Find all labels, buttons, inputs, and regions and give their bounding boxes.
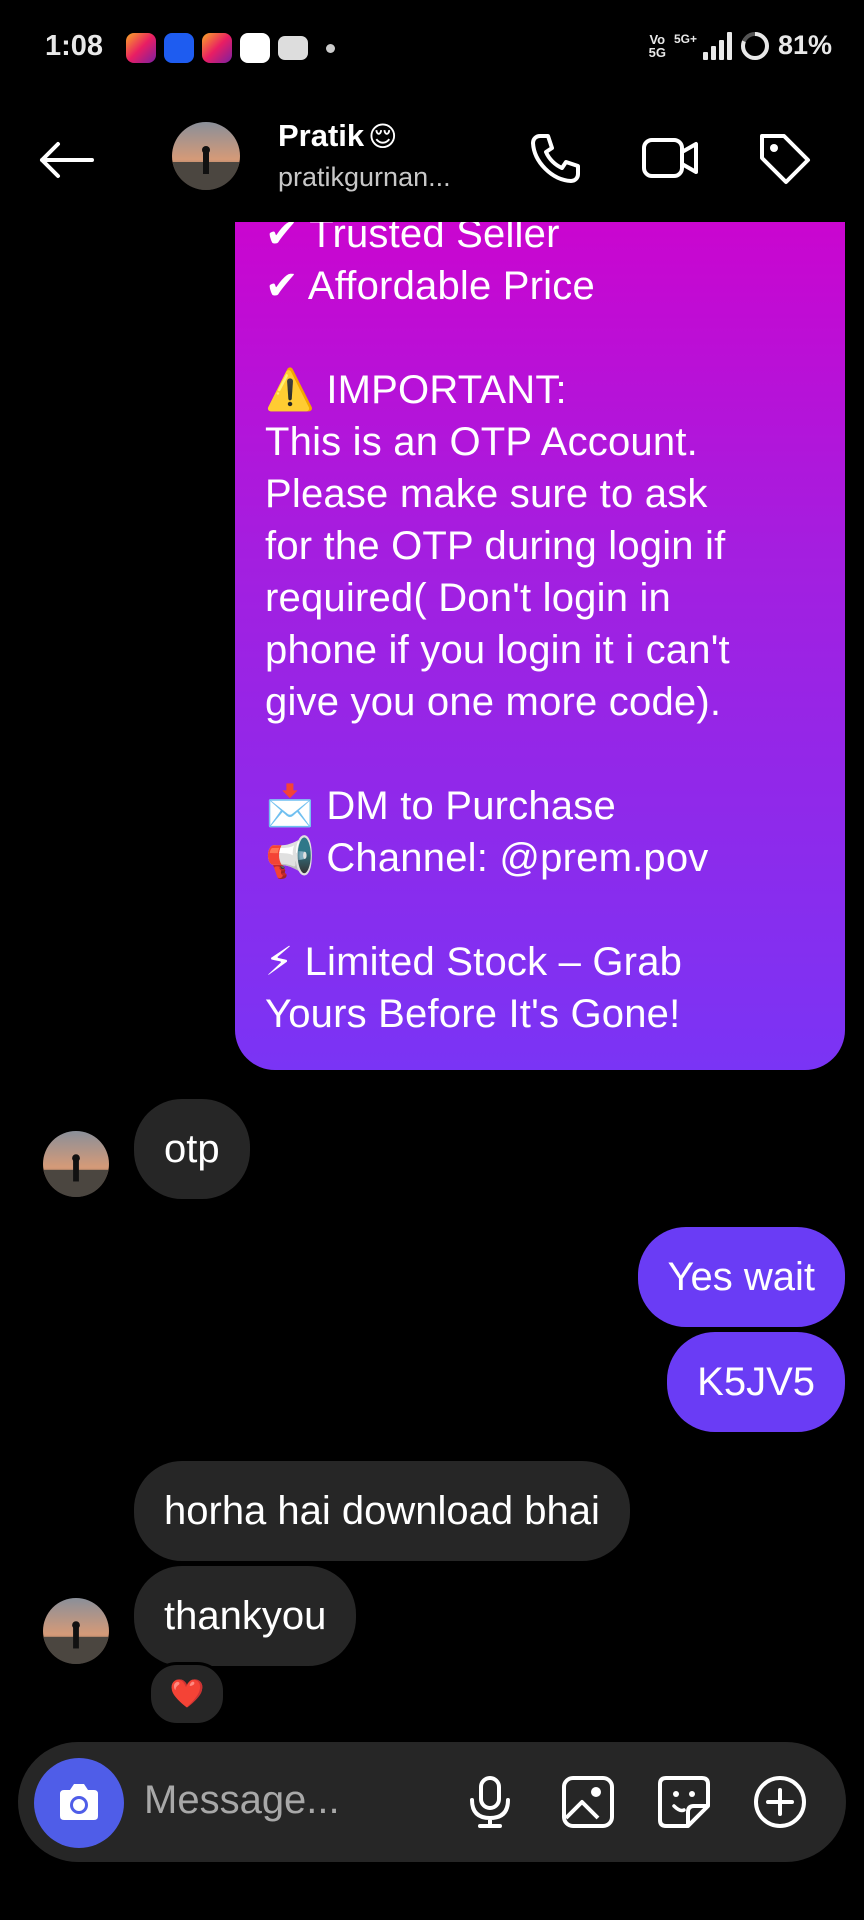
promo-line xyxy=(265,728,815,780)
chat-header: Pratik 😌 pratikgurnan... xyxy=(0,100,864,222)
promo-line: ⚡ Limited Stock – Grab xyxy=(265,940,683,984)
sender-avatar[interactable] xyxy=(43,1598,109,1664)
battery-percent: 81% xyxy=(777,30,832,60)
battery-ring-icon xyxy=(740,31,769,60)
promo-line: ⚠️ IMPORTANT: xyxy=(265,368,567,412)
camera-icon xyxy=(60,1784,98,1820)
promo-line xyxy=(265,884,815,936)
gallery-image-icon[interactable] xyxy=(558,1772,618,1832)
promo-line: required( Don't login in xyxy=(265,576,671,620)
camera-button[interactable] xyxy=(34,1758,124,1848)
received-message[interactable]: otp xyxy=(134,1099,250,1199)
received-message[interactable]: horha hai download bhai xyxy=(134,1461,630,1561)
promo-line: Yours Before It's Gone! xyxy=(265,992,681,1036)
more-notifications-dot xyxy=(326,44,335,53)
sticker-icon[interactable] xyxy=(654,1772,714,1832)
received-message[interactable]: thankyou xyxy=(134,1566,357,1666)
name-emoji: 😌 xyxy=(368,120,398,152)
back-arrow-icon[interactable] xyxy=(36,140,96,180)
microphone-icon[interactable] xyxy=(460,1772,520,1832)
label-tag-icon[interactable] xyxy=(754,128,814,188)
message-input[interactable]: Message... xyxy=(144,1778,340,1823)
promo-line: give you one more code). xyxy=(265,680,722,724)
promo-line xyxy=(265,312,815,364)
capcut-notification-icon xyxy=(240,33,270,63)
contact-name[interactable]: Pratik 😌 xyxy=(278,118,397,154)
contact-avatar[interactable] xyxy=(172,122,240,190)
contact-username[interactable]: pratikgurnan... xyxy=(278,162,451,193)
phone-call-icon[interactable] xyxy=(526,128,586,188)
instagram-notification-icon-2 xyxy=(202,33,232,63)
promo-line: 📢 Channel: @prem.pov xyxy=(265,836,709,880)
add-plus-icon[interactable] xyxy=(750,1772,810,1832)
sent-message[interactable]: K5JV5 xyxy=(667,1332,845,1432)
system-icons: Vo 5G 5G+ 81% xyxy=(649,30,832,61)
phone-app-notification-icon xyxy=(164,33,194,63)
clock: 1:08 xyxy=(45,30,104,62)
message-composer: Message... xyxy=(18,1742,846,1862)
sent-promo-message[interactable]: ✔ Trusted Seller ✔ Affordable Price ⚠️ I… xyxy=(235,150,845,1070)
heart-reaction[interactable]: ❤️ xyxy=(148,1662,226,1726)
promo-line: 📩 DM to Purchase xyxy=(265,784,616,828)
signal-bars-icon xyxy=(702,31,732,60)
volte-indicator: Vo 5G xyxy=(648,31,666,60)
promo-line: Please make sure to ask xyxy=(265,472,708,516)
promo-line: ✔ Affordable Price xyxy=(265,264,595,308)
video-call-icon[interactable] xyxy=(640,128,700,188)
sent-message[interactable]: Yes wait xyxy=(637,1227,845,1327)
promo-line: for the OTP during login if xyxy=(265,524,726,568)
instagram-notification-icon xyxy=(126,33,156,63)
sender-avatar[interactable] xyxy=(43,1131,109,1197)
network-type-label: 5G+ xyxy=(673,31,697,46)
status-bar: 1:08 Vo 5G 5G+ 81% xyxy=(0,0,864,100)
youtube-notification-icon xyxy=(278,36,308,60)
promo-line: phone if you login it i can't xyxy=(265,628,730,672)
promo-line: This is an OTP Account. xyxy=(265,420,698,464)
